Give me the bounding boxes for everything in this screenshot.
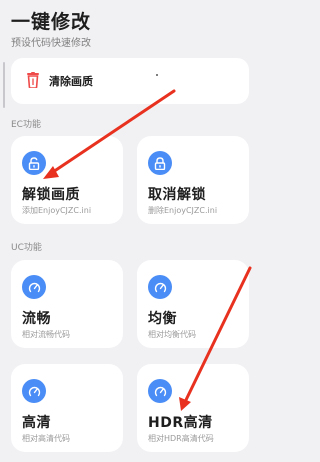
section-uc-label: UC功能 xyxy=(11,243,42,253)
scrollbar[interactable] xyxy=(3,62,5,108)
tile-title: 高清 xyxy=(22,415,51,431)
hd-tile[interactable]: 高清 相对高清代码 xyxy=(11,364,123,452)
tile-description: 相对HDR高清代码 xyxy=(148,434,214,443)
speedometer-icon xyxy=(22,379,46,403)
trash-icon xyxy=(27,72,39,88)
clear-quality-label: 清除画质 xyxy=(49,75,93,88)
cancel-unlock-tile[interactable]: 取消解锁 删除EnjoyCJZC.ini xyxy=(137,136,249,224)
tile-title: 均衡 xyxy=(148,311,177,327)
unlock-quality-tile[interactable]: 解锁画质 添加EnjoyCJZC.ini xyxy=(11,136,123,224)
smooth-tile[interactable]: 流畅 相对流畅代码 xyxy=(11,260,123,348)
lock-icon xyxy=(148,151,172,175)
tile-title: 流畅 xyxy=(22,311,51,327)
tile-description: 添加EnjoyCJZC.ini xyxy=(22,206,92,215)
speedometer-icon xyxy=(148,379,172,403)
page-title: 一键修改 xyxy=(11,11,92,33)
tile-description: 相对流畅代码 xyxy=(22,330,70,339)
speedometer-icon xyxy=(22,275,46,299)
tile-description: 相对均衡代码 xyxy=(148,330,196,339)
tile-title: HDR高清 xyxy=(148,415,213,431)
section-ec-label: EC功能 xyxy=(11,120,41,130)
tile-title: 取消解锁 xyxy=(148,187,206,203)
hdr-hd-tile[interactable]: HDR高清 相对HDR高清代码 xyxy=(137,364,249,452)
stray-dot xyxy=(156,74,158,76)
balanced-tile[interactable]: 均衡 相对均衡代码 xyxy=(137,260,249,348)
speedometer-icon xyxy=(148,275,172,299)
tile-title: 解锁画质 xyxy=(22,187,80,203)
tile-description: 删除EnjoyCJZC.ini xyxy=(148,206,218,215)
unlock-icon xyxy=(22,151,46,175)
clear-quality-button[interactable]: 清除画质 xyxy=(11,58,249,104)
page-subtitle: 预设代码快速修改 xyxy=(11,38,91,49)
tile-description: 相对高清代码 xyxy=(22,434,70,443)
